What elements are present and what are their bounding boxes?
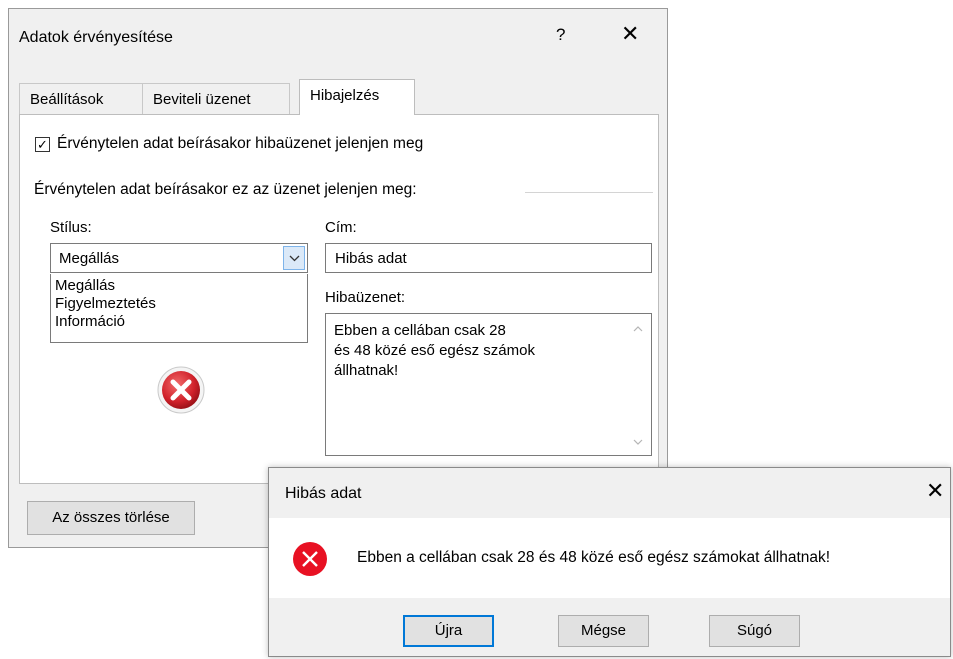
tab-settings[interactable]: Beállítások bbox=[19, 83, 143, 115]
clear-all-button[interactable]: Az összes törlése bbox=[27, 501, 195, 535]
show-error-checkbox-label[interactable]: Érvénytelen adat beírásakor hibaüzenet j… bbox=[57, 135, 423, 153]
tab-input-message-label: Beviteli üzenet bbox=[153, 91, 251, 108]
chevron-down-icon[interactable] bbox=[283, 246, 305, 270]
error-message-line: és 48 közé eső egész számok bbox=[334, 342, 535, 359]
style-dropdown[interactable]: Megállás bbox=[50, 243, 308, 273]
error-alert-panel: ✓ Érvénytelen adat beírásakor hibaüzenet… bbox=[19, 114, 659, 484]
error-alert-messagebox: Hibás adat ✕ Ebben a cellában csak 28 és… bbox=[268, 467, 951, 657]
tab-error-alert-label: Hibajelzés bbox=[310, 87, 380, 104]
help-icon[interactable]: ? bbox=[556, 25, 565, 45]
error-message-text: Ebben a cellában csak 28 és 48 közé eső … bbox=[334, 321, 614, 381]
title-label: Cím: bbox=[325, 219, 357, 236]
tab-input-message[interactable]: Beviteli üzenet bbox=[142, 83, 290, 115]
style-option-stop[interactable]: Megállás bbox=[55, 277, 307, 295]
style-dropdown-value: Megállás bbox=[59, 250, 120, 267]
help-button-label: Súgó bbox=[736, 622, 773, 639]
stop-error-icon bbox=[157, 366, 205, 414]
title-input[interactable]: Hibás adat bbox=[325, 243, 652, 273]
tab-settings-label: Beállítások bbox=[30, 91, 104, 108]
title-input-value: Hibás adat bbox=[335, 250, 407, 267]
dialog-title: Adatok érvényesítése bbox=[19, 29, 173, 46]
cancel-button-label: Mégse bbox=[580, 622, 627, 639]
style-label: Stílus: bbox=[50, 219, 92, 236]
alert-message: Ebben a cellában csak 28 és 48 közé eső … bbox=[357, 549, 831, 566]
close-icon[interactable]: ✕ bbox=[926, 478, 944, 504]
retry-button[interactable]: Újra bbox=[403, 615, 494, 647]
close-icon[interactable]: ✕ bbox=[621, 21, 639, 47]
error-icon bbox=[293, 542, 327, 576]
alert-title: Hibás adat bbox=[285, 485, 362, 502]
style-options-list: Megállás Figyelmeztetés Információ bbox=[50, 274, 308, 343]
cancel-button[interactable]: Mégse bbox=[558, 615, 649, 647]
scroll-down-icon[interactable] bbox=[633, 439, 643, 445]
group-label: Érvénytelen adat beírásakor ez az üzenet… bbox=[34, 181, 423, 199]
error-message-line: Ebben a cellában csak 28 bbox=[334, 322, 506, 339]
error-message-line: állhatnak! bbox=[334, 362, 399, 379]
style-option-warning[interactable]: Figyelmeztetés bbox=[55, 295, 307, 313]
retry-button-label: Újra bbox=[434, 622, 463, 639]
alert-body: Ebben a cellában csak 28 és 48 közé eső … bbox=[269, 518, 950, 598]
clear-all-button-label: Az összes törlése bbox=[52, 509, 170, 526]
group-divider bbox=[525, 192, 653, 193]
scroll-up-icon[interactable] bbox=[633, 326, 643, 332]
error-message-textarea[interactable]: Ebben a cellában csak 28 és 48 közé eső … bbox=[325, 313, 652, 456]
help-button[interactable]: Súgó bbox=[709, 615, 800, 647]
style-option-information[interactable]: Információ bbox=[55, 313, 307, 331]
show-error-checkbox[interactable]: ✓ bbox=[35, 137, 50, 152]
tab-error-alert[interactable]: Hibajelzés bbox=[299, 79, 415, 115]
error-message-label: Hibaüzenet: bbox=[325, 289, 406, 306]
